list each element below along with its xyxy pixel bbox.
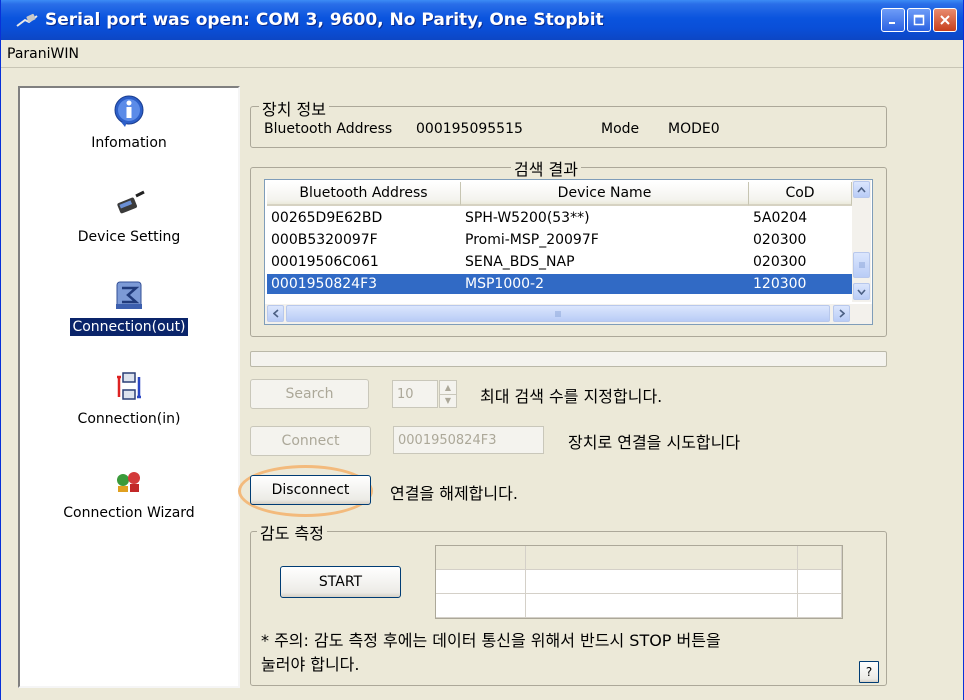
start-button[interactable]: START <box>280 566 401 598</box>
grip-icon <box>555 310 561 317</box>
search-progress-bar <box>250 351 887 367</box>
horizontal-scroll-thumb[interactable] <box>286 305 830 322</box>
cell-address: 0001950824F3 <box>267 274 461 294</box>
grid-cell <box>526 594 798 618</box>
table-row[interactable]: 000B5320097F Promi-MSP_20097F 020300 <box>267 230 852 250</box>
grid-cell <box>436 570 526 594</box>
minimize-icon <box>889 22 895 24</box>
sidebar: Infomation Device Setting Connection(out… <box>18 86 240 688</box>
table-row-selected[interactable]: 0001950824F3 MSP1000-2 120300 <box>267 274 852 294</box>
grid-cell <box>436 594 526 618</box>
sensitivity-note-line1: * 주의: 감도 측정 후에는 데이터 통신을 위해서 반드시 STOP 버튼을 <box>261 631 721 650</box>
title-bar[interactable]: Serial port was open: COM 3, 9600, No Pa… <box>1 0 963 40</box>
device-icon <box>112 188 146 222</box>
sensitivity-note-line2: 눌러야 합니다. <box>261 655 360 674</box>
close-button[interactable] <box>933 8 957 32</box>
sidebar-item-label: Connection(in) <box>77 411 181 427</box>
sidebar-item-information[interactable]: Infomation <box>20 94 238 152</box>
mode-value: MODE0 <box>668 121 720 137</box>
sidebar-item-label: Device Setting <box>77 229 181 245</box>
main-window: Serial port was open: COM 3, 9600, No Pa… <box>0 0 964 700</box>
stepper-up-icon[interactable]: ▲ <box>440 381 456 395</box>
plug-icon <box>16 13 38 27</box>
cell-device-name: SPH-W5200(53**) <box>465 210 590 226</box>
chevron-left-icon <box>272 309 279 318</box>
minimize-button[interactable] <box>881 8 905 32</box>
horizontal-scrollbar[interactable] <box>265 304 872 324</box>
search-description: 최대 검색 수를 지정합니다. <box>480 387 663 406</box>
sensitivity-table <box>435 545 843 619</box>
search-count-field[interactable]: 10 <box>392 380 438 408</box>
cell-cod: 020300 <box>753 254 807 270</box>
scroll-left-button[interactable] <box>267 305 284 322</box>
menu-bar: ParaniWIN <box>1 40 963 68</box>
cell-cod: 020300 <box>753 232 807 248</box>
grid-header-cell <box>436 546 526 570</box>
wizard-icon <box>112 464 146 498</box>
cell-cod: 120300 <box>749 274 852 294</box>
cell-address: 00265D9E62BD <box>271 210 383 226</box>
window-title: Serial port was open: COM 3, 9600, No Pa… <box>45 10 604 30</box>
disconnect-button[interactable]: Disconnect <box>250 475 371 505</box>
column-header-cod[interactable]: CoD <box>749 182 852 206</box>
scroll-thumb[interactable] <box>853 252 870 278</box>
device-info-legend: 장치 정보 <box>259 96 329 120</box>
help-button[interactable]: ? <box>859 661 879 683</box>
search-results-legend: 검색 결과 <box>511 156 581 180</box>
sensitivity-legend: 감도 측정 <box>257 520 327 544</box>
chevron-up-icon <box>857 186 866 193</box>
connection-out-icon <box>112 278 146 312</box>
close-icon <box>940 15 950 25</box>
maximize-button[interactable] <box>907 8 931 32</box>
grid-header-cell <box>526 546 798 570</box>
connection-in-icon <box>112 370 146 404</box>
scroll-down-button[interactable] <box>853 283 870 300</box>
sidebar-item-connection-wizard[interactable]: Connection Wizard <box>20 464 238 522</box>
cell-cod: 5A0204 <box>753 210 808 226</box>
maximize-icon <box>913 14 925 26</box>
grid-cell <box>798 570 842 594</box>
cell-address: 00019506C061 <box>271 254 379 270</box>
chevron-down-icon <box>857 288 866 295</box>
cell-device-name: Promi-MSP_20097F <box>465 232 599 248</box>
cell-address: 000B5320097F <box>271 232 378 248</box>
column-header-address[interactable]: Bluetooth Address <box>267 182 461 206</box>
device-list[interactable]: Bluetooth Address Device Name CoD 00265D… <box>264 179 873 325</box>
vertical-scrollbar[interactable] <box>852 180 871 302</box>
connect-address-field[interactable]: 0001950824F3 <box>393 426 544 454</box>
cell-device-name: MSP1000-2 <box>461 274 749 294</box>
sidebar-item-label: Connection(out) <box>69 317 189 337</box>
table-row[interactable]: 00265D9E62BD SPH-W5200(53**) 5A0204 <box>267 208 852 228</box>
chevron-right-icon <box>838 309 845 318</box>
menu-item-paraniwin[interactable]: ParaniWIN <box>7 46 79 62</box>
sidebar-item-device-setting[interactable]: Device Setting <box>20 188 238 246</box>
sidebar-item-label: Infomation <box>91 135 167 151</box>
bluetooth-address-label: Bluetooth Address <box>264 121 393 137</box>
cell-device-name: SENA_BDS_NAP <box>465 254 575 270</box>
table-row[interactable]: 00019506C061 SENA_BDS_NAP 020300 <box>267 252 852 272</box>
grid-cell <box>526 570 798 594</box>
grip-icon <box>858 262 865 268</box>
grid-cell <box>798 594 842 618</box>
scroll-right-button[interactable] <box>833 305 850 322</box>
search-count-stepper[interactable]: ▲ ▼ <box>439 380 457 408</box>
sidebar-item-connection-out[interactable]: Connection(out) <box>20 278 238 337</box>
connect-button[interactable]: Connect <box>250 426 371 456</box>
column-header-device-name[interactable]: Device Name <box>461 182 749 206</box>
grid-header-cell <box>798 546 842 570</box>
search-button[interactable]: Search <box>250 379 369 409</box>
stepper-down-icon[interactable]: ▼ <box>440 395 456 408</box>
sidebar-item-connection-in[interactable]: Connection(in) <box>20 370 238 428</box>
disconnect-description: 연결을 해제합니다. <box>390 484 518 503</box>
connect-description: 장치로 연결을 시도합니다 <box>568 433 741 452</box>
device-list-header: Bluetooth Address Device Name CoD <box>267 182 852 206</box>
scroll-up-button[interactable] <box>853 181 870 198</box>
info-icon <box>112 94 146 128</box>
sidebar-item-label: Connection Wizard <box>63 505 195 521</box>
bluetooth-address-value: 000195095515 <box>416 121 523 137</box>
mode-label: Mode <box>601 121 640 137</box>
